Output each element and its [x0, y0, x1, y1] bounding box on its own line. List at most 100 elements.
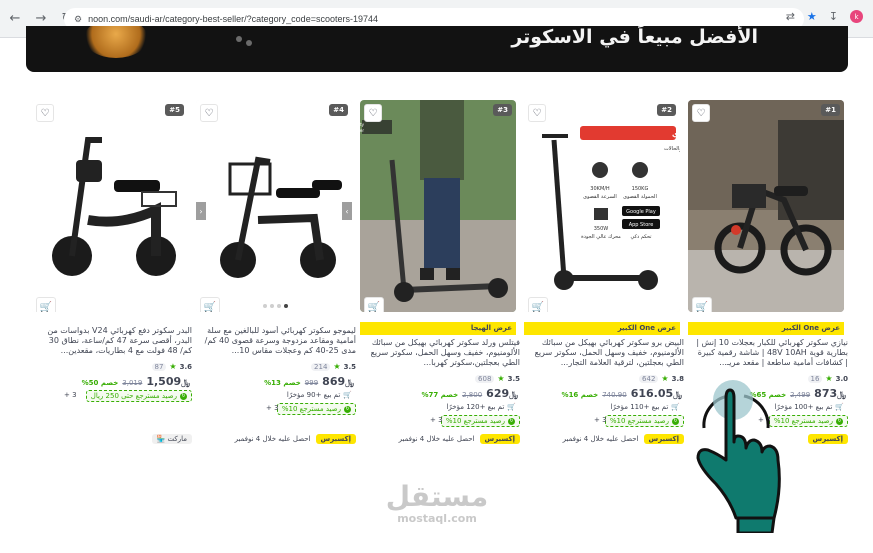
svg-text:محرك عالي الجودة: محرك عالي الجودة — [581, 234, 621, 240]
product-image-frame[interactable]: #1 ♡ 🛒 — [688, 100, 844, 312]
discount-label: خصم 16% — [561, 391, 599, 399]
express-badge: إكسبرس — [315, 434, 356, 444]
more-offers-count[interactable]: + 3 — [430, 416, 443, 424]
more-offers-count[interactable]: + 3 — [594, 416, 607, 424]
discount-label: خصم 77% — [421, 391, 459, 399]
svg-text:للأشخاص ولسن والحالات: للأشخاص ولسن والحالات — [664, 145, 680, 152]
delivery-row: إكسبرس احصل عليه خلال 4 نوفمبر — [399, 434, 520, 444]
promo-tag: عرض الهيجا — [360, 322, 516, 335]
carousel-next-icon[interactable]: › — [342, 202, 352, 220]
product-title[interactable]: نيازي سكوتر كهربائي للكبار بعجلات 10 إنش… — [696, 338, 848, 368]
svg-text:350W: 350W — [594, 226, 609, 232]
carousel-dots — [258, 304, 288, 308]
watermark-arabic: مستقل — [385, 480, 489, 513]
product-image-frame[interactable]: #5 ♡ 🛒 — [32, 100, 188, 312]
product-title[interactable]: البيض برو سكوتر كهربائي بهيكل من سبائك ا… — [532, 338, 684, 368]
product-image-frame[interactable]: Years Warranty Buffer #3 ♡ 🛒 — [360, 100, 516, 312]
svg-text:Google Play: Google Play — [626, 209, 656, 215]
add-to-cart-icon[interactable]: 🛒 — [200, 297, 220, 312]
rating-count: 642 — [639, 374, 659, 383]
more-offers-count[interactable]: + 3 — [266, 404, 279, 412]
mostaql-watermark: مستقل mostaql.com — [372, 480, 502, 526]
promo-tag: عرض One الكبير — [524, 322, 680, 335]
svg-text:App Store: App Store — [629, 222, 654, 228]
price-row: ﷼616.05 740.90 خصم 16% — [562, 387, 684, 400]
old-price: 999 — [304, 379, 319, 387]
add-to-cart-icon[interactable]: 🛒 — [692, 297, 712, 312]
cashback-icon: ↻ — [508, 417, 515, 425]
site-info-icon[interactable]: ⚙ — [74, 14, 82, 25]
price: ﷼869 — [322, 375, 354, 388]
product-card[interactable]: الحل الأمثل للتنقل العصري للأشخاص ولسن و… — [524, 100, 684, 450]
cart-icon: 🛒 — [671, 402, 680, 411]
trophy-icon — [84, 26, 148, 58]
product-title[interactable]: البدر سكوتر دفع كهربائي V24 بدواسات من ا… — [40, 326, 192, 356]
heart-icon[interactable]: ♡ — [364, 104, 382, 122]
product-image-frame[interactable]: الحل الأمثل للتنقل العصري للأشخاص ولسن و… — [524, 100, 680, 312]
heart-icon[interactable]: ♡ — [528, 104, 546, 122]
product-image[interactable] — [32, 100, 188, 312]
translate-icon[interactable]: ⇄ — [786, 10, 795, 23]
riyal-icon: ﷼ — [509, 390, 518, 399]
star-icon: ★ — [169, 362, 177, 371]
heart-icon[interactable]: ♡ — [692, 104, 710, 122]
rank-badge: #2 — [657, 104, 676, 116]
url-text: noon.com/saudi-ar/category-best-seller/?… — [88, 14, 378, 24]
express-badge: إكسبرس — [643, 434, 684, 444]
bookmark-star-icon[interactable]: ★ — [807, 10, 817, 23]
rank-badge: #3 — [493, 104, 512, 116]
rating-score: 3.5 — [507, 374, 520, 383]
best-seller-banner: الأفضل مبيعاً في الاسكوتر — [26, 26, 848, 72]
delivery-row: إكسبرس احصل عليه خلال 4 نوفمبر — [235, 434, 356, 444]
discount-label: خصم 13% — [264, 379, 301, 387]
cashback-icon: ↻ — [836, 417, 843, 425]
product-title[interactable]: فيتلس ورلد سكوتر كهربائي بهيكل من سبائك … — [368, 338, 520, 368]
promo-tag: عرض One الكبير — [688, 322, 844, 335]
rating: 3.5 ★ 608 — [475, 374, 520, 383]
delivery-row: إكسبرس — [803, 434, 848, 444]
old-price: 2,800 — [462, 391, 483, 399]
rating: 3.6 ★ 87 — [151, 362, 192, 371]
add-to-cart-icon[interactable]: 🛒 — [364, 297, 384, 312]
rating: 3.8 ★ 642 — [639, 374, 684, 383]
back-icon[interactable]: ← — [4, 8, 26, 30]
product-image-frame[interactable]: #4 ♡ 🛒 ‹ › — [196, 100, 352, 312]
add-to-cart-icon[interactable]: 🛒 — [36, 297, 56, 312]
product-image[interactable]: الحل الأمثل للتنقل العصري للأشخاص ولسن و… — [524, 100, 680, 312]
product-card[interactable]: #5 ♡ 🛒 البدر سكوتر دفع كهربائي V24 بدواس… — [32, 100, 192, 450]
price: ﷼616.05 — [630, 387, 682, 400]
cart-icon: 🛒 — [343, 390, 352, 399]
delivery-note: احصل عليه خلال 4 نوفمبر — [234, 435, 311, 443]
product-image[interactable] — [688, 100, 844, 312]
more-offers-count[interactable]: + 3 — [64, 391, 77, 399]
cashback-badge: ↻ رصيد مسترجع 10% — [440, 415, 520, 427]
product-image[interactable] — [196, 100, 352, 312]
svg-text:الحمولة القصوى: الحمولة القصوى — [623, 194, 657, 200]
rating-count: 214 — [311, 362, 331, 371]
riyal-icon: ﷼ — [345, 378, 354, 387]
heart-icon[interactable]: ♡ — [36, 104, 54, 122]
heart-icon[interactable]: ♡ — [200, 104, 218, 122]
download-icon[interactable]: ↧ — [829, 10, 838, 23]
rating-score: 3.5 — [343, 362, 356, 371]
cashback-badge: ↻ رصيد مسترجع 10% — [276, 403, 356, 415]
product-card[interactable]: #4 ♡ 🛒 ‹ › ليموجو سكوتر كهربائي أسود للبا… — [196, 100, 356, 450]
price: ﷼629 — [486, 387, 518, 400]
rating-score: 3.6 — [179, 362, 192, 371]
cashback-icon: ↻ — [180, 392, 187, 400]
product-card[interactable]: Years Warranty Buffer #3 ♡ 🛒 عرض الهيجا ف… — [360, 100, 520, 450]
tap-hand-icon — [696, 380, 781, 533]
recently-sold: 🛒 تم بيع +110 مؤخرًا — [606, 401, 684, 413]
product-image[interactable]: Years Warranty Buffer — [360, 100, 516, 312]
discount-label: خصم 50% — [81, 379, 119, 387]
rank-badge: #5 — [165, 104, 184, 116]
svg-text:30KM/H: 30KM/H — [590, 186, 610, 192]
product-title[interactable]: ليموجو سكوتر كهربائي أسود للبالغين مع سل… — [204, 326, 356, 356]
rank-badge: #4 — [329, 104, 348, 116]
svg-text:150KG: 150KG — [632, 186, 649, 192]
cart-icon: 🛒 — [835, 402, 844, 411]
add-to-cart-icon[interactable]: 🛒 — [528, 297, 548, 312]
carousel-prev-icon[interactable]: ‹ — [196, 202, 206, 220]
rating-count: 16 — [807, 374, 823, 383]
profile-avatar[interactable]: k — [850, 10, 863, 23]
